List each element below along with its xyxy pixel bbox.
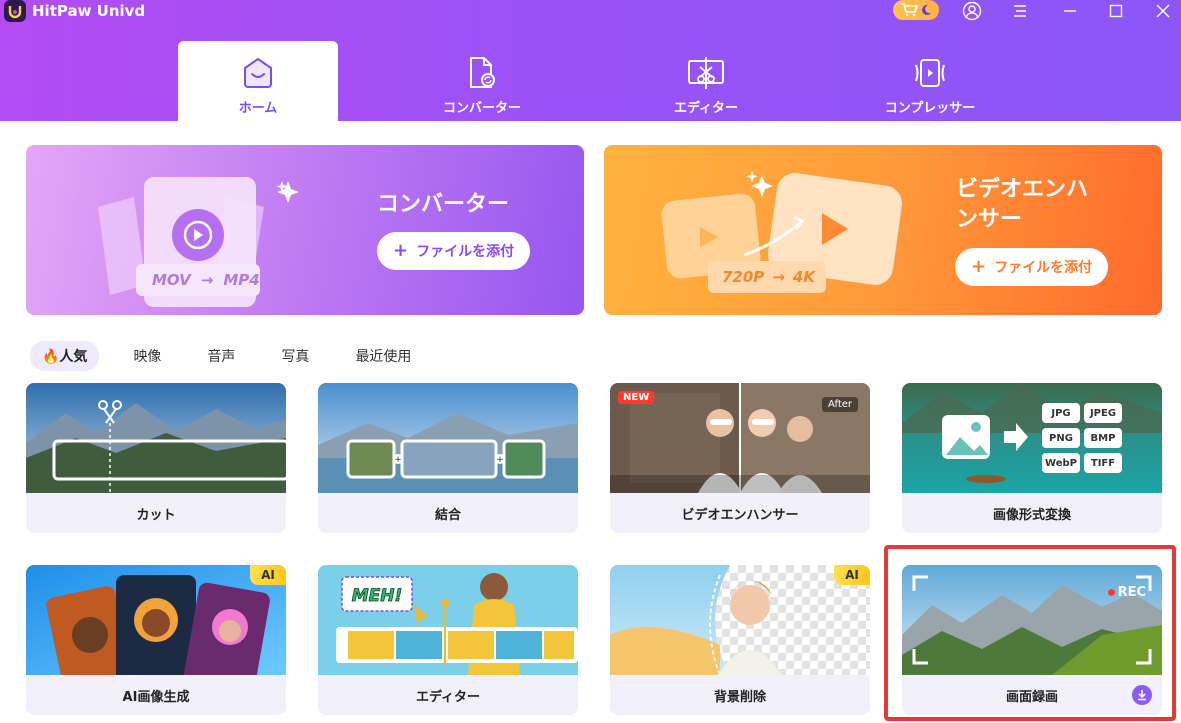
converter-illustration bbox=[98, 177, 299, 307]
tab-editor[interactable]: エディター bbox=[626, 41, 786, 121]
compressor-icon bbox=[912, 53, 948, 93]
format-jpg: JPG bbox=[1042, 403, 1080, 423]
tool-card-ai-image[interactable]: AI AI画像生成 bbox=[26, 565, 286, 715]
user-icon[interactable] bbox=[961, 0, 983, 22]
arrow-right-icon: → bbox=[200, 271, 214, 289]
ai-badge: AI bbox=[250, 565, 286, 585]
editor-icon bbox=[686, 53, 726, 93]
category-video[interactable]: 映像 bbox=[121, 341, 173, 371]
image-convert-thumbnail: JPG JPEG PNG BMP WebP TIFF bbox=[902, 383, 1162, 493]
tool-label-ai-image: AI画像生成 bbox=[122, 689, 190, 705]
menu-icon[interactable] bbox=[1009, 0, 1031, 22]
tab-home[interactable]: ホーム bbox=[178, 41, 338, 121]
format-bmp: BMP bbox=[1084, 428, 1122, 448]
cut-thumbnail bbox=[26, 383, 286, 493]
ai-image-thumbnail: AI bbox=[26, 565, 286, 675]
format-from: MOV bbox=[152, 271, 191, 289]
tool-card-screen-record[interactable]: REC 画面録画 bbox=[902, 565, 1162, 715]
after-tag: After bbox=[821, 397, 858, 412]
tool-label-bg-remove: 背景削除 bbox=[713, 689, 766, 705]
tool-card-cut[interactable]: カット bbox=[26, 383, 286, 533]
shop-cart-icon[interactable] bbox=[893, 0, 939, 20]
format-webp: WebP bbox=[1042, 453, 1080, 473]
plus-icon: + bbox=[971, 256, 987, 277]
enhancer-title-line2: ンサー bbox=[956, 207, 1023, 232]
home-icon bbox=[241, 53, 275, 93]
header: HitPaw Univd ホーム コンバーター エディター コンプレッサー bbox=[0, 0, 1181, 121]
minimize-icon[interactable] bbox=[1059, 0, 1081, 22]
enhancer-banner[interactable]: 720P → 4K ビデオエンハ ンサー + ファイルを添付 bbox=[604, 145, 1162, 315]
format-tiff: TIFF bbox=[1084, 453, 1122, 473]
tool-label-cut: カット bbox=[136, 507, 176, 523]
enhancer-illustration bbox=[661, 171, 903, 293]
rec-label: REC bbox=[1117, 585, 1146, 600]
record-dot-icon bbox=[1107, 589, 1115, 596]
tool-label-editor: エディター bbox=[415, 689, 481, 705]
tool-label-merge: 結合 bbox=[434, 507, 461, 523]
tool-card-bg-remove[interactable]: AI 背景削除 bbox=[610, 565, 870, 715]
format-jpeg: JPEG bbox=[1084, 403, 1122, 423]
enhancer-attach-button[interactable]: + ファイルを添付 bbox=[955, 248, 1109, 286]
app-logo-icon bbox=[4, 0, 26, 22]
enhancer-title-line1: ビデオエンハ bbox=[956, 177, 1089, 202]
category-audio[interactable]: 音声 bbox=[195, 341, 247, 371]
close-icon[interactable] bbox=[1152, 0, 1174, 22]
format-png: PNG bbox=[1042, 428, 1080, 448]
tab-compressor[interactable]: コンプレッサー bbox=[850, 41, 1010, 121]
arrow-right-icon: → bbox=[772, 268, 785, 286]
format-convert-label: MOV → MP4 bbox=[152, 271, 260, 289]
tab-converter[interactable]: コンバーター bbox=[402, 41, 562, 121]
ai-badge: AI bbox=[834, 565, 870, 585]
tab-editor-label: エディター bbox=[673, 101, 739, 116]
format-to: MP4 bbox=[223, 271, 260, 289]
tab-home-label: ホーム bbox=[238, 101, 278, 116]
category-recent[interactable]: 最近使用 bbox=[343, 341, 423, 371]
svg-text:+: + bbox=[496, 455, 504, 465]
screen-record-thumbnail: REC bbox=[902, 565, 1162, 675]
tool-card-merge[interactable]: + + 結合 bbox=[318, 383, 578, 533]
editor-thumbnail: MEH! bbox=[318, 565, 578, 675]
sticker-text: MEH! bbox=[352, 586, 403, 606]
tool-label-image-convert: 画像形式変換 bbox=[992, 507, 1071, 523]
tool-card-video-enhancer[interactable]: NEW After ビデオエンハンサー bbox=[610, 383, 870, 533]
tool-label-screen-record: 画面録画 bbox=[1005, 689, 1058, 705]
video-enhancer-thumbnail: NEW After bbox=[610, 383, 870, 493]
new-badge: NEW bbox=[618, 391, 655, 404]
converter-banner[interactable]: MOV → MP4 コンバーター + ファイルを添付 bbox=[26, 145, 584, 315]
svg-text:+: + bbox=[394, 455, 402, 465]
rec-indicator: REC bbox=[1107, 585, 1146, 600]
converter-icon bbox=[464, 53, 500, 93]
converter-attach-label: ファイルを添付 bbox=[416, 244, 515, 260]
tab-converter-label: コンバーター bbox=[442, 101, 521, 116]
maximize-icon[interactable] bbox=[1105, 0, 1127, 22]
res-from: 720P bbox=[722, 268, 765, 286]
category-popular[interactable]: 🔥人気 bbox=[30, 341, 100, 371]
enhancer-attach-label: ファイルを添付 bbox=[994, 260, 1093, 276]
plus-icon: + bbox=[393, 240, 409, 261]
tool-card-editor[interactable]: MEH! エディター bbox=[318, 565, 578, 715]
enhancer-banner-title: ビデオエンハ ンサー bbox=[956, 175, 1088, 235]
tab-compressor-label: コンプレッサー bbox=[884, 101, 976, 116]
converter-attach-button[interactable]: + ファイルを添付 bbox=[377, 232, 531, 270]
tool-card-image-convert[interactable]: JPG JPEG PNG BMP WebP TIFF 画像形式変換 bbox=[902, 383, 1162, 533]
category-photo[interactable]: 写真 bbox=[269, 341, 321, 371]
bg-remove-thumbnail: AI bbox=[610, 565, 870, 675]
category-tabs: 🔥人気 映像 音声 写真 最近使用 bbox=[30, 341, 445, 371]
merge-thumbnail: + + bbox=[318, 383, 578, 493]
converter-banner-title: コンバーター bbox=[377, 192, 510, 217]
app-title: HitPaw Univd bbox=[32, 2, 146, 20]
download-icon[interactable] bbox=[1132, 685, 1152, 705]
res-to: 4K bbox=[792, 268, 815, 286]
resolution-upscale-label: 720P → 4K bbox=[722, 268, 815, 286]
tool-label-video-enhancer: ビデオエンハンサー bbox=[681, 507, 799, 523]
